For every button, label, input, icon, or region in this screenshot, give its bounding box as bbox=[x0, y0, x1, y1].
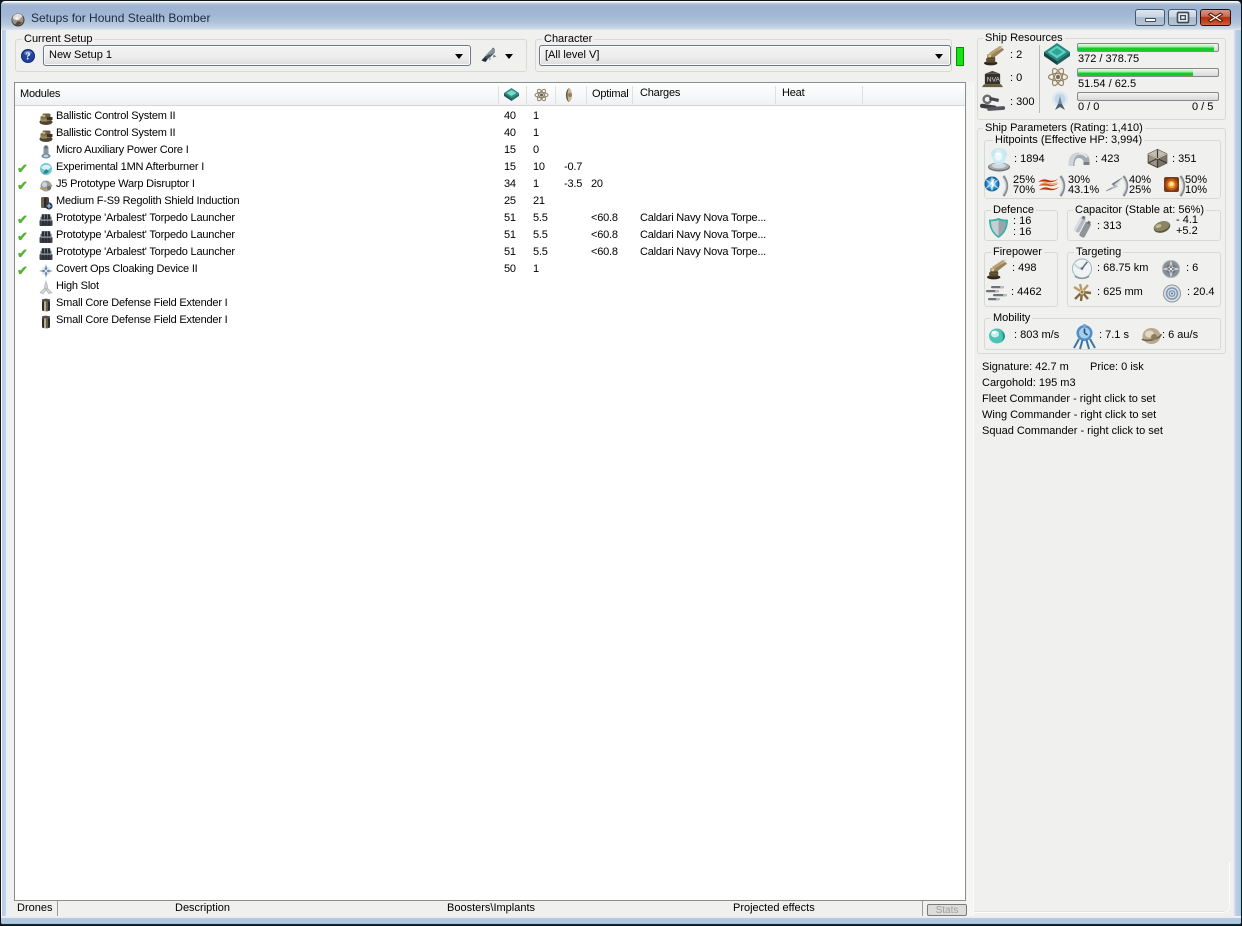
svg-text:NVA: NVA bbox=[987, 76, 1001, 83]
